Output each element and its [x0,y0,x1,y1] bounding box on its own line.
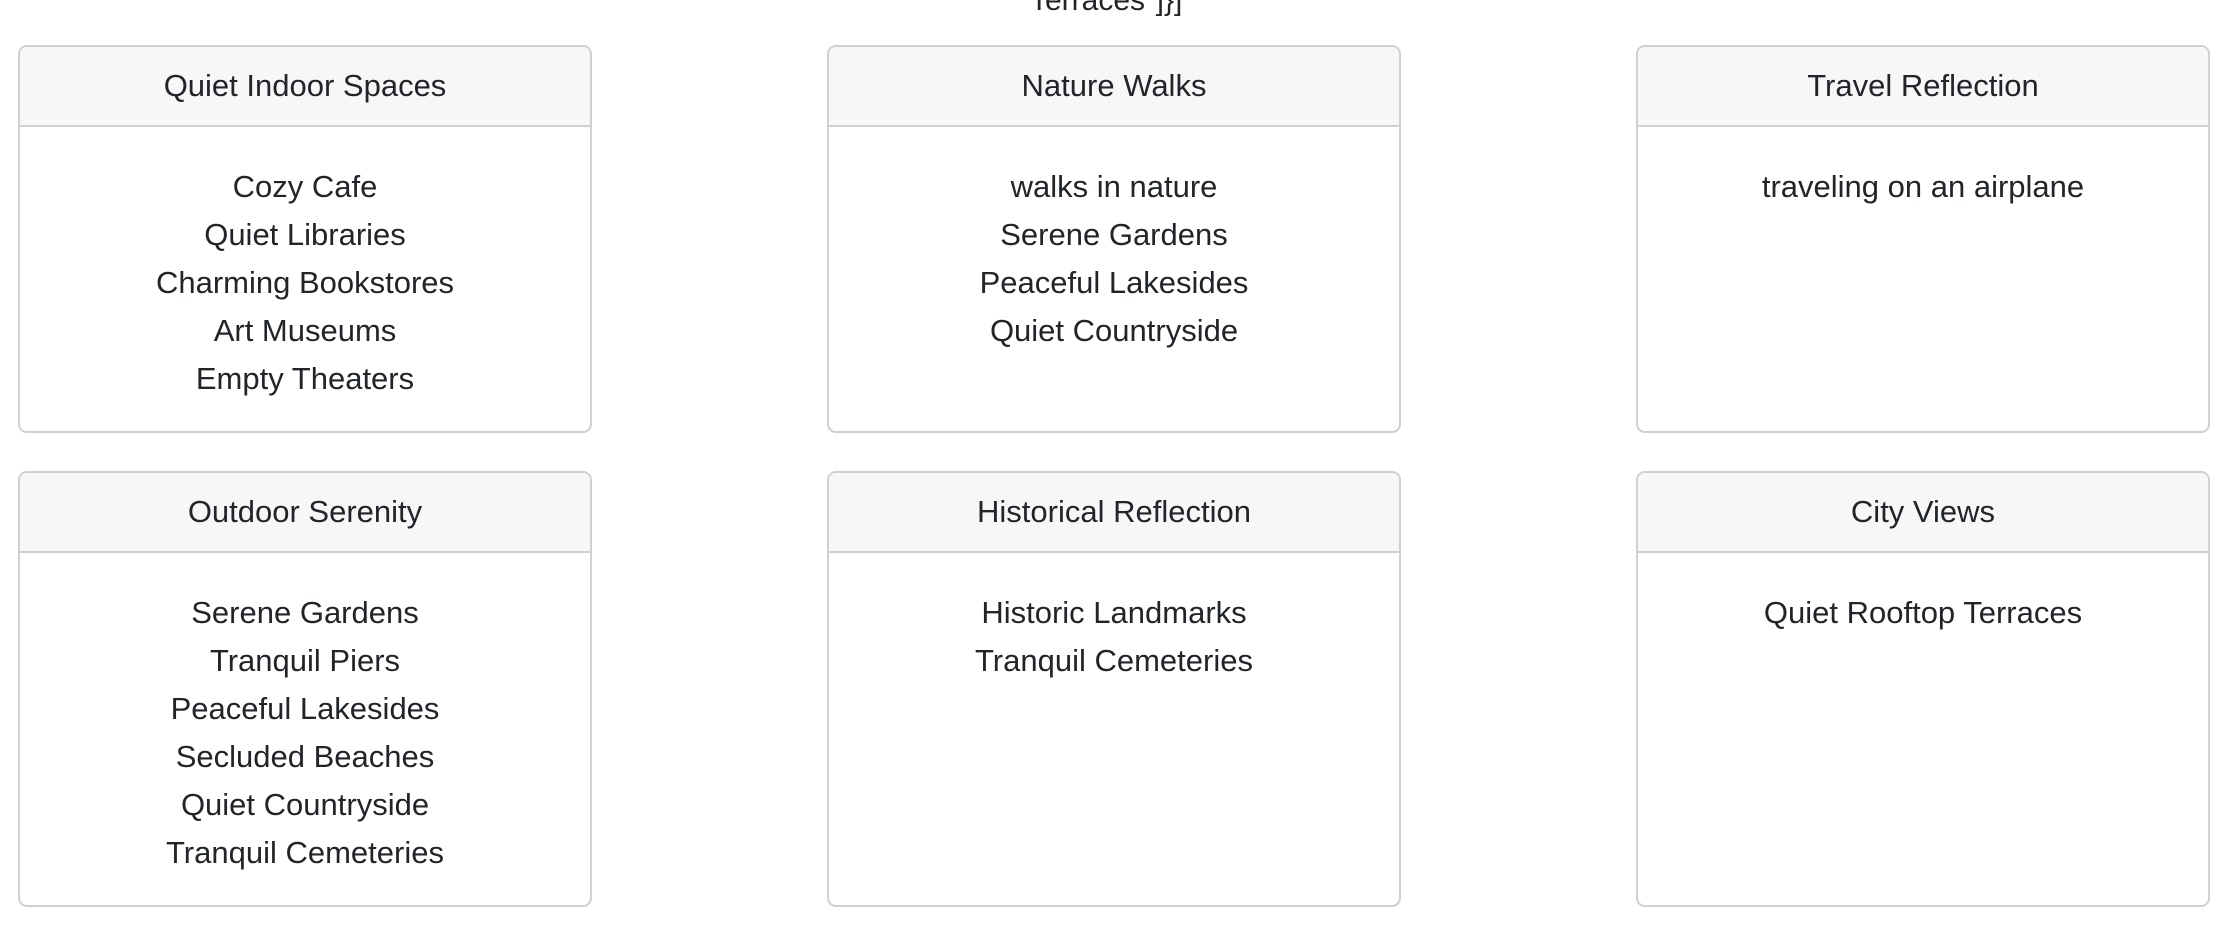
list-item: Peaceful Lakesides [979,265,1249,300]
list-item: Quiet Libraries [204,217,406,252]
list-item: Charming Bookstores [155,265,455,300]
card-title: Historical Reflection [829,473,1399,553]
list-item: Art Museums [213,313,397,348]
list-item: Empty Theaters [195,361,415,396]
list-item: Tranquil Cemeteries [975,643,1253,678]
list-item: Secluded Beaches [175,739,435,774]
card-body: Cozy Cafe Quiet Libraries Charming Books… [20,127,590,403]
category-card-grid: Quiet Indoor Spaces Cozy Cafe Quiet Libr… [18,45,2210,907]
list-item: Quiet Rooftop Terraces [1763,595,2083,630]
card-body: Quiet Rooftop Terraces [1638,553,2208,637]
card-body: Serene Gardens Tranquil Piers Peaceful L… [20,553,590,877]
list-item: Peaceful Lakesides [170,691,440,726]
list-item: Quiet Countryside [180,787,430,822]
list-item: Cozy Cafe [232,169,378,204]
card-outdoor-serenity: Outdoor Serenity Serene Gardens Tranquil… [18,471,592,907]
card-historical-reflection: Historical Reflection Historic Landmarks… [827,471,1401,907]
card-nature-walks: Nature Walks walks in nature Serene Gard… [827,45,1401,433]
card-city-views: City Views Quiet Rooftop Terraces [1636,471,2210,907]
card-title: Outdoor Serenity [20,473,590,553]
truncated-json-text: Terraces"]}] [1030,0,1183,17]
card-body: walks in nature Serene Gardens Peaceful … [829,127,1399,355]
card-title: Travel Reflection [1638,47,2208,127]
list-item: walks in nature [1010,169,1218,204]
list-item: Serene Gardens [191,595,419,630]
list-item: Historic Landmarks [981,595,1247,630]
card-title: Nature Walks [829,47,1399,127]
card-travel-reflection: Travel Reflection traveling on an airpla… [1636,45,2210,433]
list-item: Tranquil Cemeteries [166,835,444,870]
list-item: Tranquil Piers [209,643,401,678]
card-quiet-indoor-spaces: Quiet Indoor Spaces Cozy Cafe Quiet Libr… [18,45,592,433]
card-title: Quiet Indoor Spaces [20,47,590,127]
list-item: Serene Gardens [1000,217,1228,252]
list-item: traveling on an airplane [1761,169,2085,204]
card-body: Historic Landmarks Tranquil Cemeteries [829,553,1399,685]
card-title: City Views [1638,473,2208,553]
list-item: Quiet Countryside [989,313,1239,348]
card-body: traveling on an airplane [1638,127,2208,211]
